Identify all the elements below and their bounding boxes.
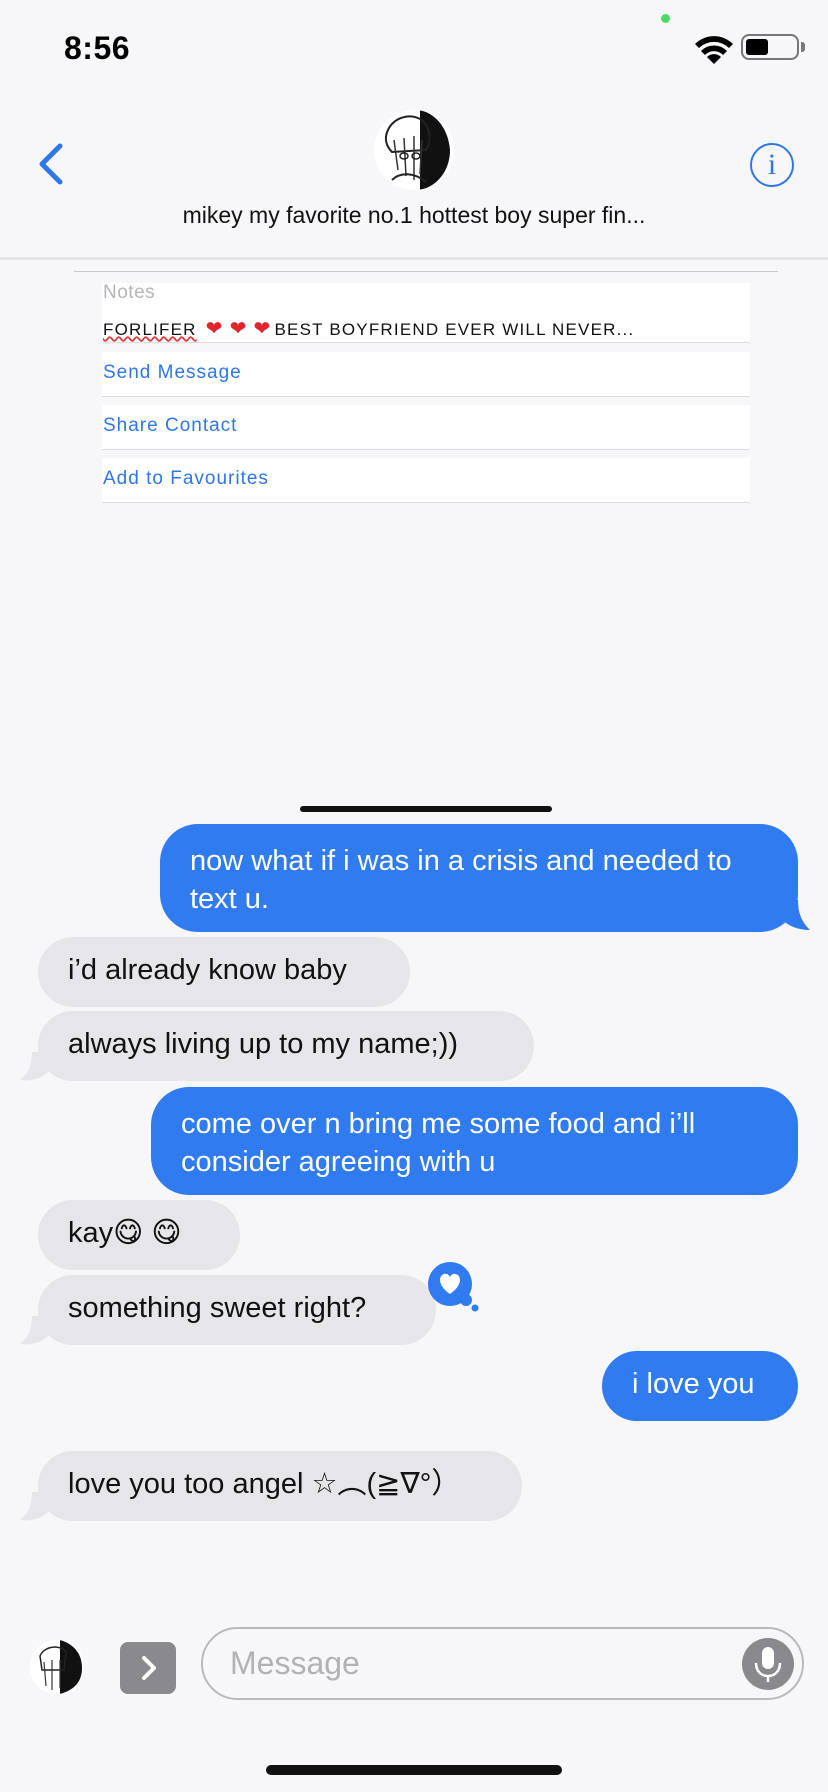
chevron-right-icon	[142, 1656, 156, 1680]
heart-emoji: ❤	[229, 318, 248, 340]
microphone-icon	[754, 1647, 782, 1682]
message-bubble-incoming[interactable]: love you too angel ☆︵(≧∇°）	[38, 1451, 522, 1521]
add-to-favourites-link[interactable]: Add to Favourites	[103, 468, 269, 490]
notes-suffix: BEST BOYFRIEND EVER WILL NEVER...	[274, 320, 635, 339]
battery-cap	[801, 42, 805, 52]
bubble-tail	[20, 1052, 50, 1081]
notes-prefix: FORLIFER	[103, 320, 197, 339]
avatar-illustration	[30, 1640, 84, 1694]
card-divider	[74, 271, 778, 272]
microphone-button[interactable]	[742, 1638, 794, 1690]
notes-label: Notes	[103, 282, 156, 303]
message-placeholder: Message	[230, 1645, 360, 1681]
expand-apps-button[interactable]	[120, 1642, 176, 1694]
message-bubble-incoming[interactable]: something sweet right?	[38, 1275, 436, 1345]
message-bubble-incoming[interactable]: kay😋 😋	[38, 1200, 240, 1270]
contact-avatar[interactable]	[374, 110, 454, 190]
avatar-illustration	[374, 110, 454, 190]
info-icon[interactable]: i	[750, 143, 794, 187]
home-indicator	[266, 1765, 562, 1775]
message-bubble-outgoing[interactable]: come over n bring me some food and i’ll …	[151, 1087, 798, 1195]
bubble-tail	[20, 1316, 50, 1345]
notes-value: FORLIFER ❤ ❤ ❤ BEST BOYFRIEND EVER WILL NEV…	[103, 316, 634, 341]
status-time: 8:56	[64, 30, 131, 66]
wifi-icon	[695, 36, 733, 64]
back-chevron-icon[interactable]	[36, 142, 68, 186]
heart-emoji: ❤	[205, 318, 224, 340]
message-bubble-incoming[interactable]: i’d already know baby	[38, 937, 410, 1007]
battery-level	[746, 39, 768, 55]
privacy-indicator-dot	[661, 14, 670, 23]
memoji-avatar-button[interactable]	[30, 1640, 84, 1694]
heart-emoji: ❤	[253, 318, 272, 340]
header-divider	[0, 257, 828, 260]
battery-icon	[741, 34, 799, 60]
heart-tapback-icon[interactable]	[424, 1262, 480, 1312]
contact-name[interactable]: mikey my favorite no.1 hottest boy super…	[0, 202, 828, 229]
message-bubble-incoming[interactable]: always living up to my name;))	[38, 1011, 534, 1081]
bubble-tail	[20, 1492, 50, 1521]
share-contact-link[interactable]: Share Contact	[103, 415, 237, 437]
message-bubble-outgoing[interactable]: i love you	[602, 1351, 798, 1421]
bubble-tail	[780, 900, 810, 930]
message-bubble-outgoing[interactable]: now what if i was in a crisis and needed…	[160, 824, 798, 932]
sheet-grabber[interactable]	[300, 806, 552, 812]
send-message-link[interactable]: Send Message	[103, 362, 242, 384]
